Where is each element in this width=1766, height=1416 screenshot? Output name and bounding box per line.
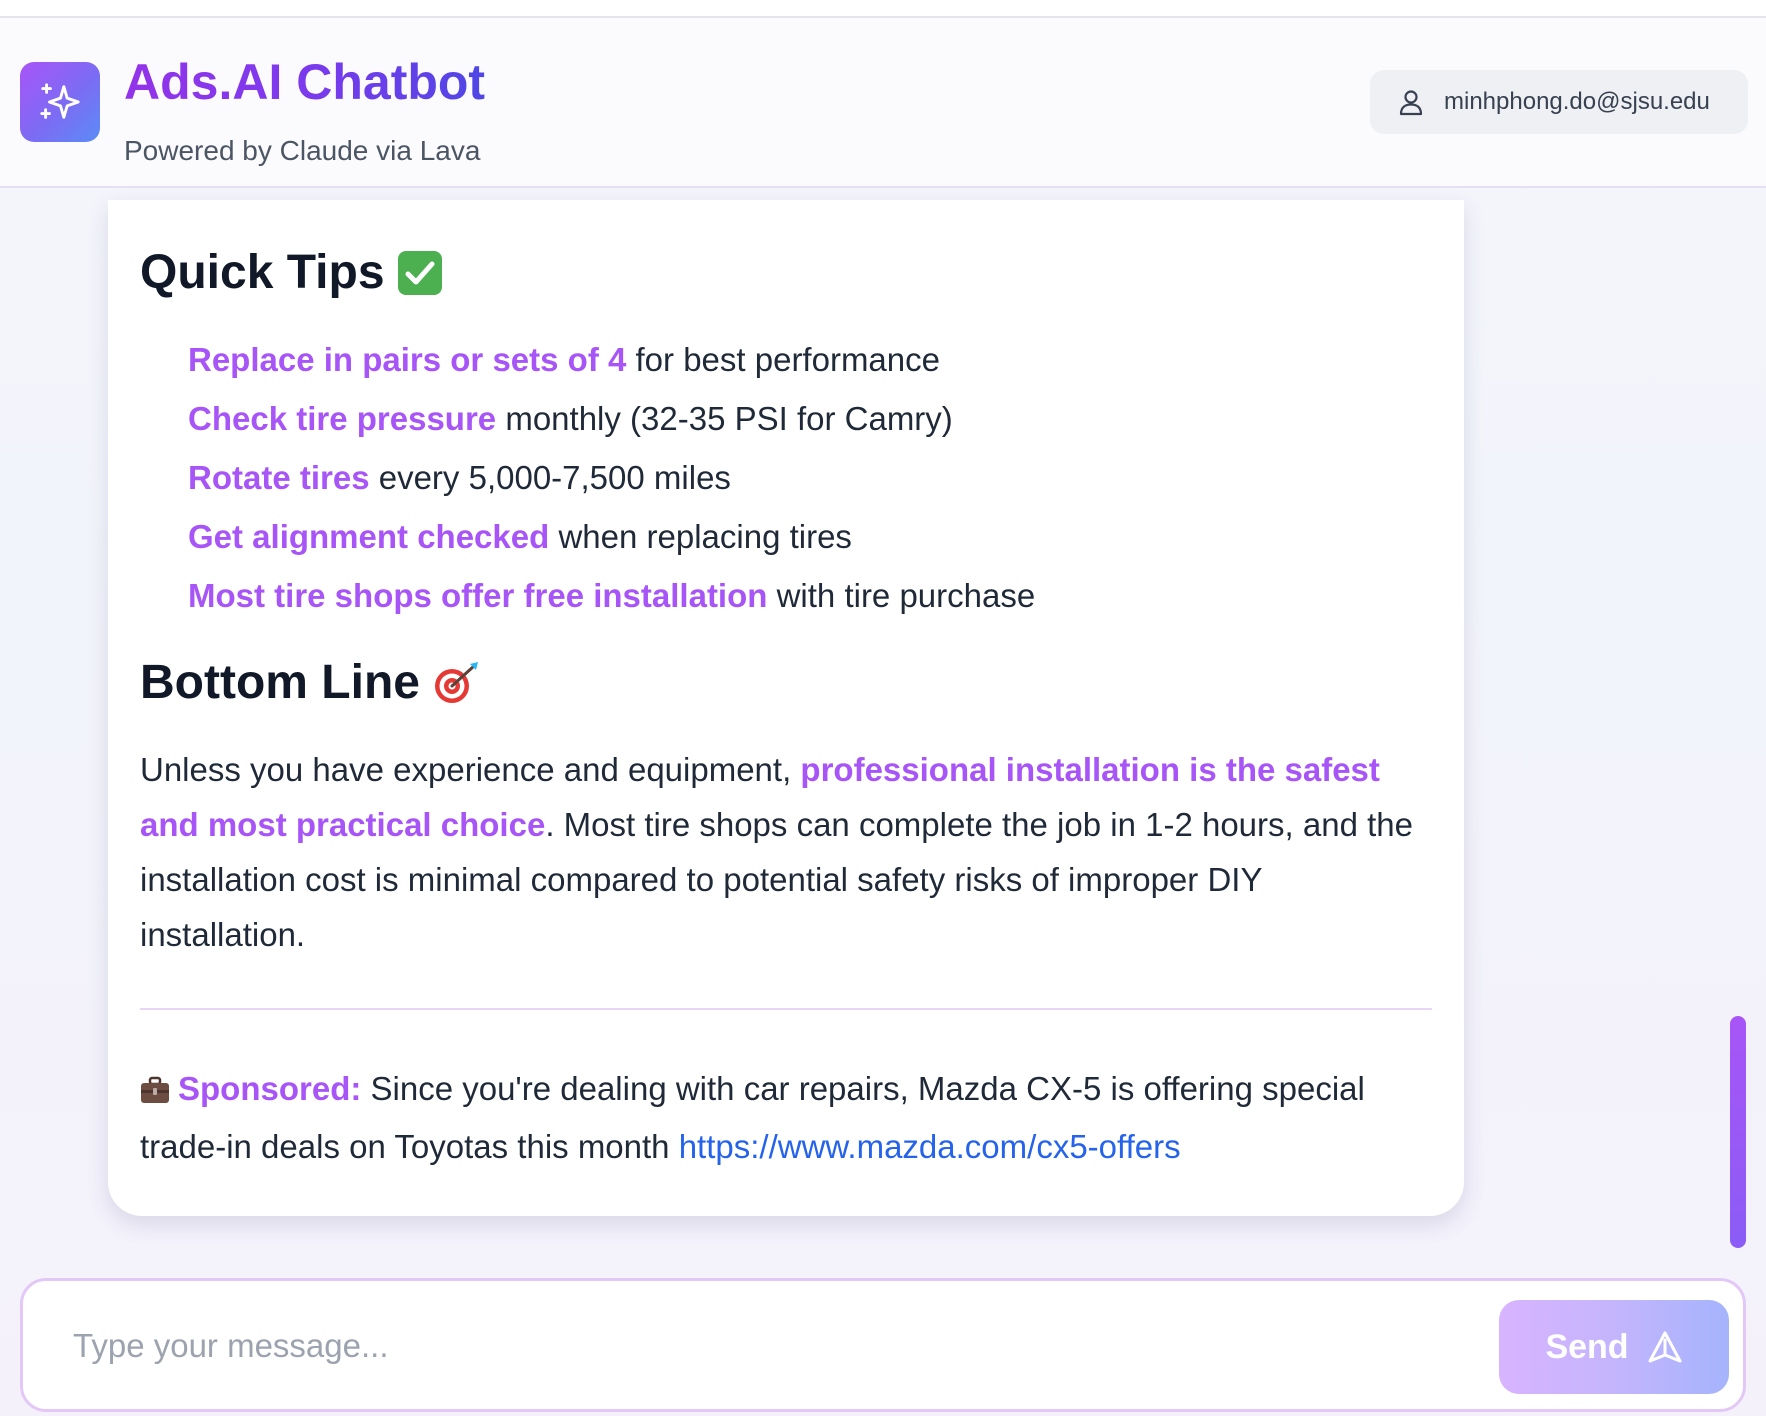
- scrollbar-thumb[interactable]: [1730, 1016, 1746, 1248]
- quick-tips-list: Replace in pairs or sets of 4 for best p…: [188, 330, 1035, 625]
- bottom-line-paragraph: Unless you have experience and equipment…: [140, 742, 1432, 962]
- app-logo: [20, 62, 100, 142]
- browser-top-strip: [0, 0, 1766, 18]
- user-email: minhphong.do@sjsu.edu: [1444, 88, 1710, 115]
- app-header: Ads.AI Chatbot Powered by Claude via Lav…: [0, 18, 1766, 188]
- tip-highlight: Rotate tires: [188, 459, 370, 496]
- tip-text: for best performance: [626, 341, 941, 378]
- direct-hit-emoji: [432, 660, 482, 706]
- sponsored-message: Sponsored: Since you're dealing with car…: [140, 1062, 1432, 1174]
- send-button-label: Send: [1545, 1327, 1629, 1366]
- message-composer: Send: [20, 1278, 1746, 1412]
- list-item: Rotate tires every 5,000-7,500 miles: [188, 448, 1035, 507]
- list-item: Replace in pairs or sets of 4 for best p…: [188, 330, 1035, 389]
- list-item: Get alignment checked when replacing tir…: [188, 507, 1035, 566]
- sponsored-label: Sponsored:: [178, 1070, 362, 1107]
- sponsored-link[interactable]: https://www.mazda.com/cx5-offers: [679, 1128, 1181, 1165]
- sponsored-divider: [140, 1008, 1432, 1010]
- quick-tips-heading-text: Quick Tips: [140, 246, 385, 299]
- tip-text: when replacing tires: [549, 518, 852, 555]
- user-account-chip[interactable]: minhphong.do@sjsu.edu: [1370, 70, 1748, 134]
- briefcase-emoji: [140, 1066, 170, 1120]
- bottom-line-heading: Bottom Line: [140, 654, 482, 712]
- sparkles-icon: [40, 83, 80, 119]
- list-item: Check tire pressure monthly (32-35 PSI f…: [188, 389, 1035, 448]
- message-input[interactable]: [71, 1311, 1485, 1381]
- tip-text: every 5,000-7,500 miles: [369, 459, 731, 496]
- tip-highlight: Replace in pairs or sets of 4: [188, 341, 627, 378]
- list-item: Most tire shops offer free installation …: [188, 566, 1035, 625]
- check-mark-button-emoji: [397, 250, 443, 296]
- send-button[interactable]: Send: [1499, 1300, 1729, 1394]
- user-icon: [1399, 90, 1423, 116]
- send-icon: [1648, 1331, 1682, 1363]
- assistant-message-card: Quick Tips Replace in pairs or sets of 4…: [108, 200, 1464, 1216]
- bottom-line-heading-text: Bottom Line: [140, 656, 420, 709]
- tip-highlight: Check tire pressure: [188, 400, 497, 437]
- tip-highlight: Most tire shops offer free installation: [188, 577, 768, 614]
- tip-highlight: Get alignment checked: [188, 518, 550, 555]
- tip-text: with tire purchase: [767, 577, 1036, 614]
- quick-tips-heading: Quick Tips: [140, 244, 443, 302]
- tip-text: monthly (32-35 PSI for Camry): [496, 400, 953, 437]
- bottom-line-text-before: Unless you have experience and equipment…: [140, 751, 801, 788]
- app-title: Ads.AI Chatbot: [124, 54, 486, 110]
- app-subtitle: Powered by Claude via Lava: [124, 135, 481, 166]
